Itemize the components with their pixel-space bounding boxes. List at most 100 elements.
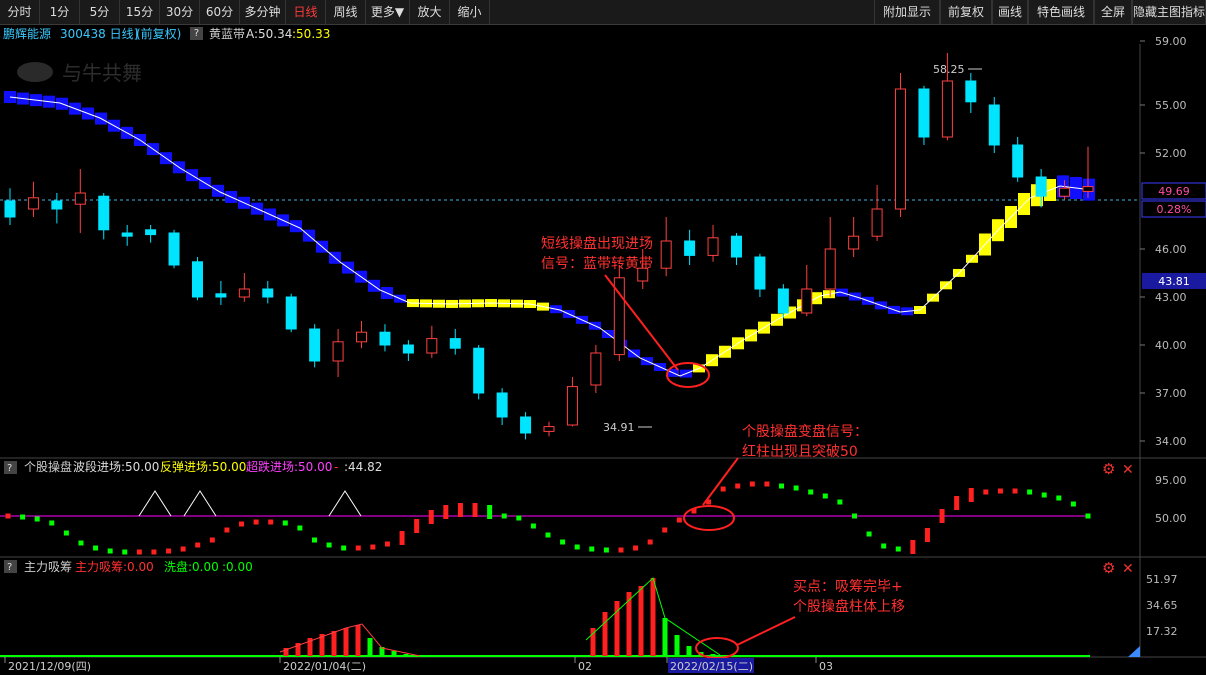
panel3-help-icon-text: ?	[7, 562, 12, 573]
panel2-bar	[1027, 489, 1033, 495]
panel2-bar	[560, 539, 566, 545]
panel2-bar	[370, 544, 376, 550]
panel2-oversold-entry: 超跌进场:50.00	[246, 459, 332, 474]
panel2-bar	[224, 527, 230, 533]
panel2-bar	[939, 509, 945, 523]
candle-body	[168, 232, 180, 266]
panel2-bar	[34, 516, 40, 522]
panel2-bar	[311, 537, 317, 543]
date-label-3: 2022/02/15(二)	[670, 660, 753, 673]
panel2-bar	[793, 485, 799, 491]
panel2-bar	[516, 515, 522, 521]
panel3-bar	[710, 654, 716, 656]
panel2-bar	[297, 525, 303, 531]
panel2-close-icon: ✕	[1122, 462, 1134, 478]
watermark-bull-icon	[17, 62, 53, 82]
panel2-value: :44.82	[344, 460, 382, 474]
panel2-name: 个股操盘	[24, 459, 72, 474]
annotation-turn-signal-2: 红柱出现且突破50	[742, 444, 858, 460]
panel2-bar	[618, 547, 624, 553]
panel2-bar	[78, 540, 84, 546]
panel3-corner-marker	[1128, 646, 1140, 657]
date-label-4: 03	[819, 660, 833, 673]
panel2-bar	[122, 549, 128, 555]
panel2-bar	[428, 510, 434, 524]
change-badge-text: 0.28%	[1157, 203, 1192, 216]
panel2-bar	[866, 531, 872, 537]
panel2-bar	[735, 483, 741, 489]
panel3-close-icon: ✕	[1122, 561, 1134, 577]
band-badge-text: 43.81	[1158, 275, 1190, 288]
panel3-bar	[331, 631, 337, 656]
annotation-entry-signal-1: 短线操盘出现进场	[541, 235, 653, 252]
candle-body	[27, 197, 39, 210]
panel2-bar	[5, 513, 11, 519]
candle-body	[520, 416, 532, 434]
candle-body	[684, 240, 696, 256]
panel3-name: 主力吸筹	[24, 560, 72, 574]
watermark-logo-text: 与牛共舞	[62, 61, 142, 85]
panel2-bar	[326, 542, 332, 548]
panel2-bar	[107, 548, 113, 554]
candle-body	[379, 331, 391, 346]
candle-body	[496, 392, 508, 418]
panel3-bar	[403, 654, 409, 656]
panel2-bar	[1012, 488, 1018, 494]
panel3-washout: 洗盘:0.00	[164, 559, 219, 574]
panel3-bar	[638, 586, 644, 656]
annotation-buy-point-2: 个股操盘柱体上移	[793, 598, 905, 615]
candle-body	[473, 347, 485, 394]
candle-body	[777, 288, 789, 314]
panel2-bar	[545, 532, 551, 538]
candle-body	[1012, 144, 1024, 178]
panel2-bar	[1056, 495, 1062, 501]
panel2-bar	[647, 539, 653, 545]
panel2-bar	[764, 481, 770, 487]
price-tick-label-6: 37.00	[1155, 387, 1187, 400]
panel2-bar	[997, 488, 1003, 494]
panel2-bar	[253, 519, 259, 525]
candle-body	[941, 80, 953, 138]
panel2-bar	[166, 548, 172, 554]
high-price-label: 58.25	[933, 63, 965, 76]
candle-body	[543, 426, 555, 432]
annotation-buy-point-1: 买点：吸筹完毕+	[793, 578, 903, 595]
panel3-tick-1: 34.65	[1146, 599, 1178, 612]
candle-body	[707, 237, 719, 256]
candle-body	[1035, 176, 1047, 197]
candle-body	[285, 296, 297, 330]
candle-body	[402, 344, 414, 354]
panel2-bar	[589, 546, 595, 552]
panel2-bar	[983, 489, 989, 495]
panel2-bar	[662, 527, 668, 533]
panel2-bar	[457, 503, 463, 517]
panel2-bar	[968, 488, 974, 502]
panel2-bar	[924, 528, 930, 542]
kline-chart[interactable]: 与牛共舞 59.00 55.00 52.00 46.00 43.00 40.00 37.00 3…	[0, 0, 1206, 675]
panel2-bar	[720, 486, 726, 492]
price-tick-label-1: 55.00	[1155, 99, 1187, 112]
panel2-bar	[282, 520, 288, 526]
panel2-help-icon-text: ?	[7, 463, 12, 474]
panel2-bar	[384, 541, 390, 547]
price-tick-label-3: 46.00	[1155, 243, 1187, 256]
annotation-arrow-3	[736, 616, 796, 646]
annotation-arrow-2	[702, 457, 739, 506]
price-badge-text: 49.69	[1158, 185, 1190, 198]
candle-body	[566, 386, 578, 426]
candle-body	[4, 200, 16, 218]
panel2-bar	[355, 545, 361, 551]
panel3-bar	[343, 628, 349, 656]
panel2-bar	[151, 549, 157, 555]
panel2-bar	[414, 519, 420, 533]
panel2-bar	[603, 547, 609, 553]
candle-body	[309, 328, 321, 362]
panel2-bar	[93, 545, 99, 551]
panel2-tick-50: 50.00	[1155, 512, 1187, 525]
panel3-bar	[662, 618, 668, 656]
panel2-bar	[239, 521, 245, 527]
annotation-circle-2	[683, 505, 735, 531]
panel2-bar	[472, 503, 478, 517]
panel2-bar	[837, 499, 843, 505]
candle-body	[332, 341, 344, 362]
